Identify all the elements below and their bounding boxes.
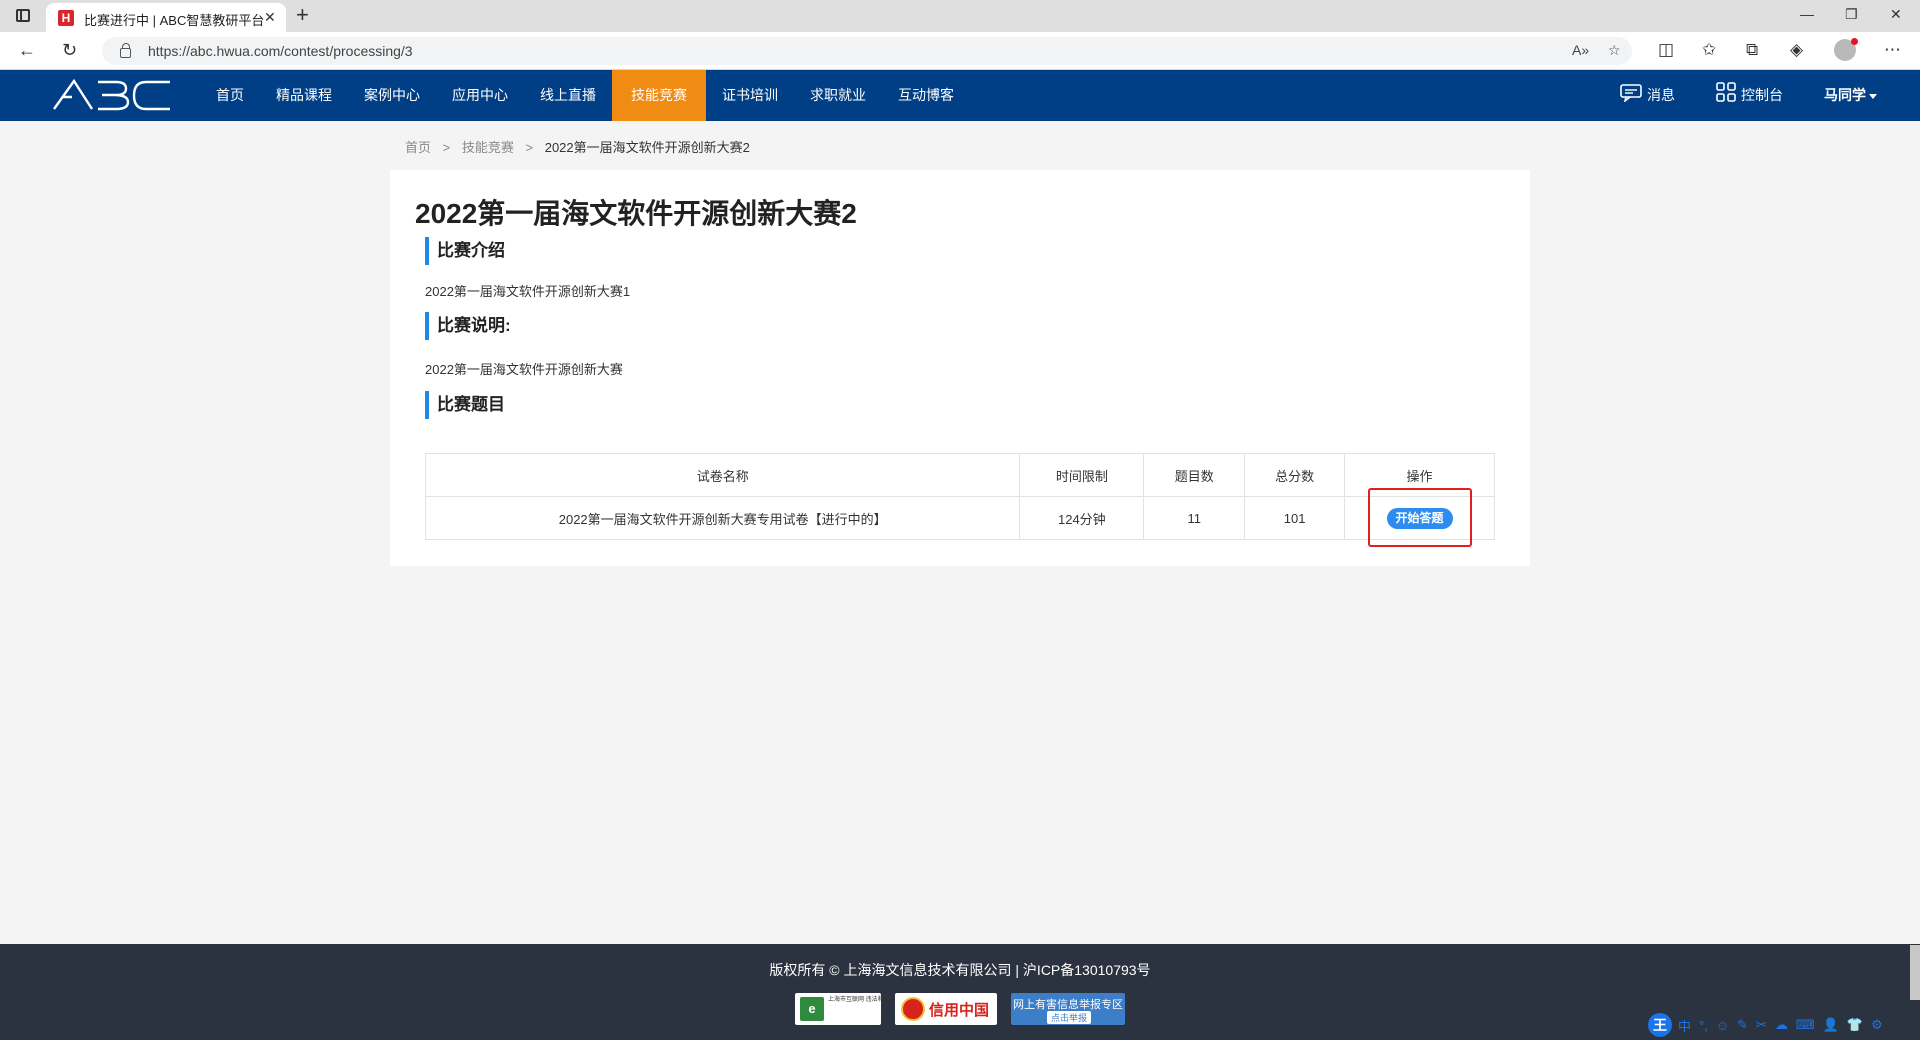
report-center-logo-icon: e <box>800 997 824 1021</box>
lock-icon <box>120 43 131 58</box>
menu-item-cases[interactable]: 案例中心 <box>348 70 436 121</box>
breadcrumb-home[interactable]: 首页 <box>405 140 431 155</box>
ime-cloud-icon[interactable]: ☁ <box>1775 1017 1788 1033</box>
contest-card: 2022第一届海文软件开源创新大赛2 比赛介绍 2022第一届海文软件开源创新大… <box>390 170 1530 566</box>
exam-table: 试卷名称 时间限制 题目数 总分数 操作 2022第一届海文软件开源创新大赛专用… <box>424 453 1495 540</box>
more-options-icon[interactable]: ⋯ <box>1884 40 1901 60</box>
tab-actions-icon[interactable] <box>16 9 30 22</box>
col-header-total-score: 总分数 <box>1244 453 1346 497</box>
credit-china-badge[interactable]: 信用中国 <box>895 993 997 1025</box>
ime-chinese-mode[interactable]: 中 <box>1678 1016 1691 1035</box>
ime-skin-icon[interactable]: 👕 <box>1847 1017 1863 1033</box>
tab-title: 比赛进行中 | ABC智慧教研平台 <box>84 13 265 28</box>
ime-logo-icon[interactable]: 王 <box>1648 1013 1672 1037</box>
breadcrumb-separator: > <box>525 140 534 155</box>
question-count-cell: 11 <box>1143 496 1246 540</box>
report-center-badge[interactable]: e 上海市互联网 违法和不良 信息举报中心 <box>795 993 933 1025</box>
url-text: https://abc.hwua.com/contest/processing/… <box>148 43 413 59</box>
abc-logo[interactable] <box>52 78 172 116</box>
menu-item-live[interactable]: 线上直播 <box>524 70 612 121</box>
user-name: 马同学 <box>1824 87 1866 103</box>
menu-item-apps[interactable]: 应用中心 <box>436 70 524 121</box>
ime-user-icon[interactable]: 👤 <box>1823 1017 1839 1033</box>
ime-emoji-icon[interactable]: ☺ <box>1716 1018 1729 1033</box>
messages-link[interactable]: 消息 <box>1620 70 1675 121</box>
description-text: 2022第一届海文软件开源创新大赛 <box>425 362 623 377</box>
read-aloud-icon[interactable]: A» <box>1572 42 1589 58</box>
breadcrumb: 首页 > 技能竞赛 > 2022第一届海文软件开源创新大赛2 <box>405 137 750 156</box>
ime-screenshot-icon[interactable]: ✂ <box>1756 1017 1767 1033</box>
breadcrumb-current: 2022第一届海文软件开源创新大赛2 <box>544 140 750 155</box>
user-menu[interactable]: 马同学 <box>1824 70 1877 121</box>
grid-icon <box>1716 71 1736 122</box>
message-icon <box>1620 71 1642 122</box>
breadcrumb-separator: > <box>442 140 451 155</box>
site-footer: 版权所有 © 上海海文信息技术有限公司 | 沪ICP备13010793号 e 上… <box>0 944 1920 1040</box>
col-header-exam-name: 试卷名称 <box>424 453 1021 497</box>
ime-keyboard-icon[interactable]: ⌨ <box>1796 1017 1815 1033</box>
restore-icon[interactable]: ❐ <box>1845 6 1858 23</box>
table-row: 2022第一届海文软件开源创新大赛专用试卷【进行中的】 124分钟 11 101… <box>424 496 1495 540</box>
col-header-question-count: 题目数 <box>1143 453 1246 497</box>
scrollbar-thumb[interactable] <box>1910 945 1920 1000</box>
minimize-icon[interactable]: — <box>1800 6 1814 22</box>
intro-text: 2022第一届海文软件开源创新大赛1 <box>425 284 631 299</box>
intro-heading: 比赛介绍 <box>425 237 505 265</box>
chevron-down-icon <box>1869 93 1877 99</box>
new-tab-icon[interactable]: + <box>296 3 309 27</box>
refresh-icon[interactable]: ↻ <box>62 40 77 61</box>
collections-icon[interactable]: ⧉ <box>1746 40 1758 60</box>
menu-item-home[interactable]: 首页 <box>200 70 260 121</box>
ime-toolbar: 王 中 °, ☺ ✎ ✂ ☁ ⌨ 👤 👕 ⚙ <box>1648 1010 1920 1040</box>
national-emblem-icon <box>901 997 925 1021</box>
breadcrumb-contests[interactable]: 技能竞赛 <box>462 140 514 155</box>
ime-handwrite-icon[interactable]: ✎ <box>1737 1017 1748 1033</box>
browser-tab-bar: H 比赛进行中 | ABC智慧教研平台 ✕ + — ❐ ✕ <box>0 0 1920 32</box>
ime-settings-icon[interactable]: ⚙ <box>1871 1017 1883 1033</box>
total-score-cell: 101 <box>1244 496 1346 540</box>
browser-tab-active[interactable]: H 比赛进行中 | ABC智慧教研平台 ✕ <box>46 3 286 32</box>
favorites-icon[interactable]: ✩ <box>1702 40 1716 60</box>
profile-avatar-icon[interactable] <box>1834 38 1858 61</box>
menu-item-jobs[interactable]: 求职就业 <box>794 70 882 121</box>
col-header-time-limit: 时间限制 <box>1019 453 1145 497</box>
messages-label: 消息 <box>1647 87 1675 103</box>
harmful-info-report-badge[interactable]: 网上有害信息举报专区 点击举报 <box>1011 993 1125 1025</box>
table-header-row: 试卷名称 时间限制 题目数 总分数 操作 <box>424 453 1495 497</box>
menu-item-certification[interactable]: 证书培训 <box>706 70 794 121</box>
browser-address-bar: ← ↻ https://abc.hwua.com/contest/process… <box>0 32 1920 70</box>
site-header: 首页 精品课程 案例中心 应用中心 线上直播 技能竞赛 证书培训 求职就业 互动… <box>0 70 1920 121</box>
harmful-info-link: 点击举报 <box>1047 1011 1092 1024</box>
close-window-icon[interactable]: ✕ <box>1890 6 1902 23</box>
add-favorite-icon[interactable]: ☆ <box>1608 42 1621 59</box>
ime-punctuation-icon[interactable]: °, <box>1699 1018 1708 1033</box>
credit-china-text: 信用中国 <box>929 1002 990 1019</box>
menu-item-contests[interactable]: 技能竞赛 <box>612 70 706 121</box>
console-link[interactable]: 控制台 <box>1716 70 1783 121</box>
url-field[interactable]: https://abc.hwua.com/contest/processing/… <box>102 37 1632 65</box>
exam-name-cell: 2022第一届海文软件开源创新大赛专用试卷【进行中的】 <box>424 496 1021 540</box>
split-screen-icon[interactable]: ◫ <box>1658 40 1674 60</box>
back-icon[interactable]: ← <box>18 40 36 61</box>
page-title: 2022第一届海文软件开源创新大赛2 <box>415 198 857 229</box>
tab-close-icon[interactable]: ✕ <box>264 9 276 26</box>
browser-essentials-icon[interactable]: ◈ <box>1790 40 1803 60</box>
menu-item-courses[interactable]: 精品课程 <box>260 70 348 121</box>
harmful-info-title: 网上有害信息举报专区 <box>1013 999 1123 1011</box>
questions-heading: 比赛题目 <box>425 391 505 419</box>
site-favicon-icon: H <box>58 10 74 26</box>
main-menu: 首页 精品课程 案例中心 应用中心 线上直播 技能竞赛 证书培训 求职就业 互动… <box>200 70 970 121</box>
menu-item-blog[interactable]: 互动博客 <box>882 70 970 121</box>
time-limit-cell: 124分钟 <box>1019 496 1145 540</box>
console-label: 控制台 <box>1741 87 1783 103</box>
description-heading: 比赛说明: <box>425 312 511 340</box>
highlight-box <box>1368 488 1472 547</box>
copyright-text: 版权所有 © 上海海文信息技术有限公司 | 沪ICP备13010793号 <box>769 962 1151 978</box>
